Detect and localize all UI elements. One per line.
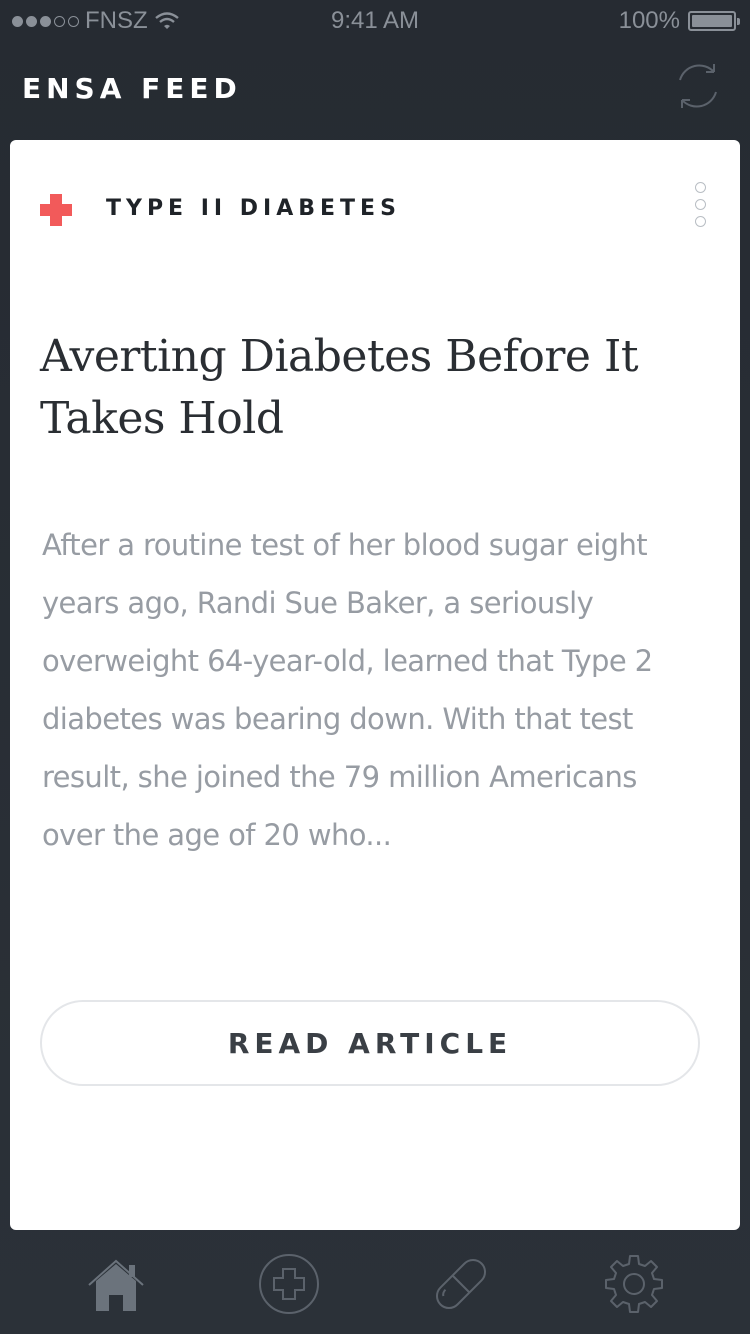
article-headline[interactable]: Averting Diabetes Before It Takes Hold	[40, 326, 680, 450]
more-dot-icon	[694, 216, 706, 227]
pill-icon	[436, 1258, 487, 1310]
tab-settings[interactable]	[599, 1249, 669, 1319]
tab-home[interactable]	[81, 1249, 151, 1319]
medical-cross-icon	[40, 194, 72, 226]
tab-medication[interactable]	[426, 1249, 496, 1319]
home-icon	[88, 1259, 144, 1311]
read-article-button[interactable]: READ ARTICLE	[40, 1000, 700, 1086]
more-options-button[interactable]	[692, 182, 708, 232]
tab-health[interactable]	[254, 1249, 324, 1319]
refresh-icon	[679, 64, 717, 108]
battery-icon	[688, 11, 740, 31]
more-dot-icon	[694, 199, 706, 210]
refresh-button[interactable]	[670, 58, 726, 114]
more-dot-icon	[694, 182, 706, 193]
app-screen: FNSZ 9:41 AM 100% ENSA FEED TYPE II DIAB…	[0, 0, 750, 1334]
status-bar: FNSZ 9:41 AM 100%	[0, 0, 750, 40]
article-excerpt: After a routine test of her blood sugar …	[42, 528, 653, 852]
battery-percentage: 100%	[618, 7, 680, 34]
status-right: 100%	[618, 7, 740, 35]
page-title: ENSA FEED	[22, 72, 242, 105]
category-label: TYPE II DIABETES	[106, 196, 401, 221]
tab-bar	[0, 1234, 750, 1334]
gear-icon	[604, 1255, 663, 1313]
medical-plus-icon	[258, 1254, 319, 1314]
article-card: TYPE II DIABETES Averting Diabetes Befor…	[10, 140, 740, 1230]
